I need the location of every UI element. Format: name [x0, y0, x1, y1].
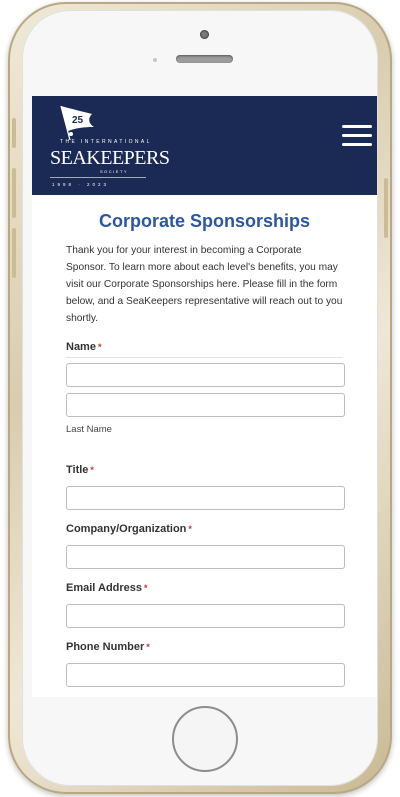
site-header: 25 THE INTERNATIONAL SEAKEEPERS SOCIETY … — [32, 96, 377, 195]
required-marker: * — [146, 642, 150, 652]
phone-input[interactable] — [66, 663, 345, 687]
mute-switch — [12, 118, 16, 148]
title-field-group: Title * — [66, 464, 345, 510]
company-label-text: Company/Organization — [66, 523, 187, 535]
email-label-text: Email Address — [66, 582, 143, 594]
title-label-text: Title — [66, 464, 89, 476]
logo-years: 1998 · 2023 — [52, 182, 110, 187]
first-name-input[interactable] — [66, 363, 345, 387]
name-field-group: Name * Last Name — [66, 341, 345, 435]
menu-bar — [342, 143, 372, 146]
name-label-text: Name — [66, 341, 96, 353]
page-content: Corporate Sponsorships Thank you for you… — [32, 195, 377, 687]
logo-tagline: THE INTERNATIONAL — [60, 139, 152, 145]
email-label: Email Address * — [66, 582, 343, 594]
logo-wordmark: SEAKEEPERS — [50, 147, 170, 169]
company-input[interactable] — [66, 545, 345, 569]
company-label: Company/Organization * — [66, 523, 343, 535]
menu-bar — [342, 125, 372, 128]
phone-screen: 25 THE INTERNATIONAL SEAKEEPERS SOCIETY … — [32, 96, 377, 697]
required-marker: * — [188, 524, 192, 534]
page-title: Corporate Sponsorships — [98, 211, 311, 231]
title-label: Title * — [66, 464, 343, 476]
hamburger-menu-icon[interactable] — [342, 125, 372, 151]
proximity-sensor — [153, 58, 157, 62]
logo-divider — [50, 177, 146, 178]
required-marker: * — [97, 342, 102, 352]
company-field-group: Company/Organization * — [66, 523, 345, 569]
phone-field-group: Phone Number * — [66, 641, 345, 687]
volume-up-button — [12, 168, 16, 218]
logo-society-text: SOCIETY — [100, 169, 129, 174]
front-camera — [200, 30, 209, 39]
logo-anniversary-number: 25 — [72, 115, 84, 126]
volume-down-button — [12, 228, 16, 278]
last-name-sublabel: Last Name — [66, 424, 112, 435]
earpiece-speaker — [176, 55, 233, 63]
phone-label-text: Phone Number — [66, 641, 145, 653]
menu-bar — [342, 134, 372, 137]
field-divider — [66, 357, 343, 358]
power-button — [384, 178, 388, 238]
sponsorships-link[interactable]: here — [217, 279, 237, 290]
last-name-input[interactable] — [66, 393, 345, 417]
home-button[interactable] — [172, 706, 238, 772]
email-input[interactable] — [66, 604, 345, 628]
intro-paragraph: Thank you for your interest in becoming … — [66, 242, 343, 327]
email-field-group: Email Address * — [66, 582, 345, 628]
required-marker: * — [90, 465, 94, 475]
seakeepers-logo[interactable]: 25 THE INTERNATIONAL SEAKEEPERS SOCIETY … — [50, 104, 170, 188]
phone-label: Phone Number * — [66, 641, 343, 653]
name-label: Name * — [66, 341, 343, 353]
required-marker: * — [144, 583, 148, 593]
title-input[interactable] — [66, 486, 345, 510]
